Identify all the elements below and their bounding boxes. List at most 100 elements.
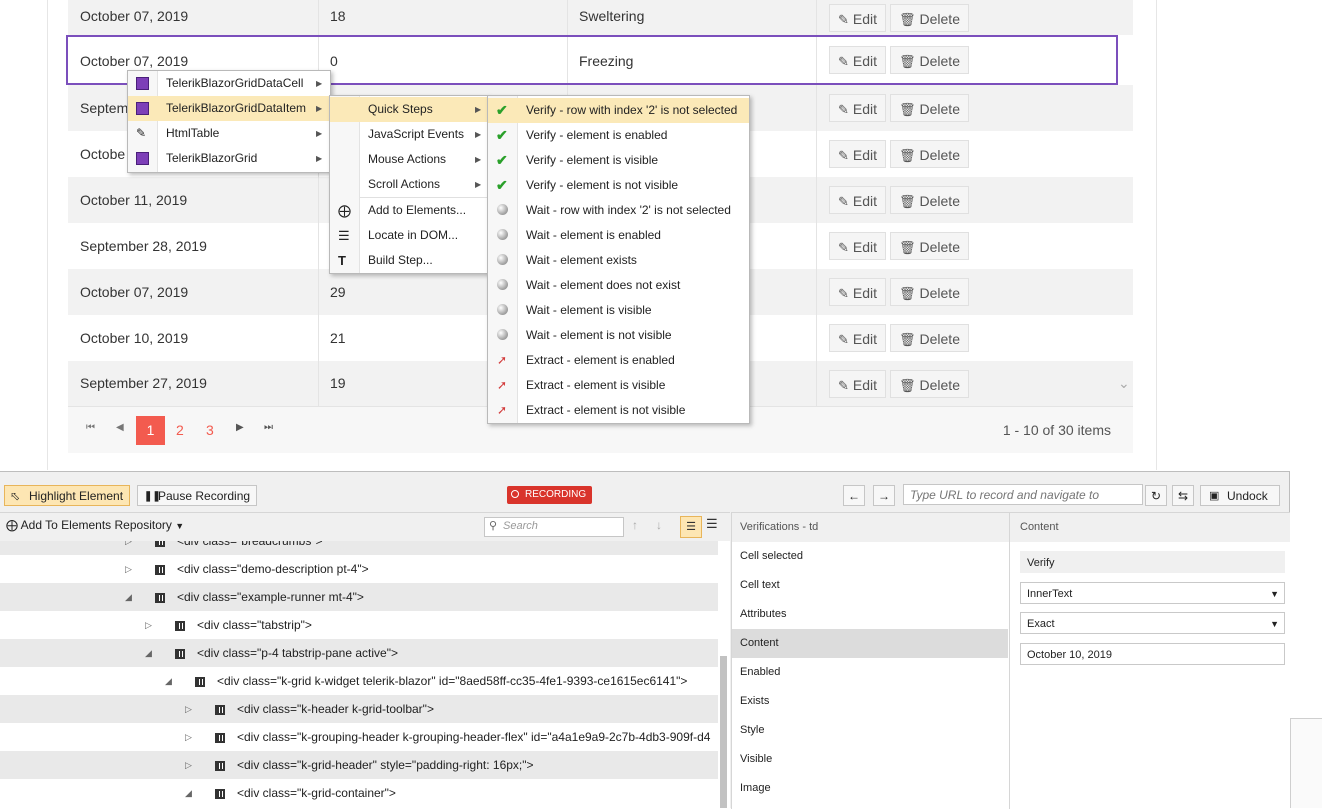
verification-item[interactable]: Cell text xyxy=(732,571,1008,600)
expand-icon[interactable]: ▷ xyxy=(185,751,192,779)
expanded-icon[interactable]: ◢ xyxy=(125,583,132,611)
expand-icon[interactable]: ▷ xyxy=(185,695,192,723)
menu-item-quick-step[interactable]: Wait - element does not exist xyxy=(488,273,749,298)
menu-item-quick-step[interactable]: ✔ Verify - element is enabled xyxy=(488,123,749,148)
tree-node[interactable]: ▷ <div class="k-grid-header" style="paddi… xyxy=(0,751,718,779)
expand-icon[interactable]: ▷ xyxy=(125,541,132,555)
highlight-element-button[interactable]: ⬁ Highlight Element xyxy=(4,485,131,506)
tree-node[interactable]: ▷ <div class="tabstrip"> xyxy=(0,611,718,639)
tree-node[interactable]: ◢ <div class="example-runner mt-4"> xyxy=(0,583,718,611)
tree-node[interactable]: ◢ <div class="k-grid k-widget telerik-bla… xyxy=(0,667,718,695)
expanded-icon[interactable]: ◢ xyxy=(165,667,172,695)
verification-item[interactable]: Enabled xyxy=(732,658,1008,687)
refresh-button[interactable]: ↻ xyxy=(1145,485,1167,506)
next-page-icon[interactable]: ▶ xyxy=(236,422,244,433)
edit-button[interactable]: ✎ Edit xyxy=(829,369,887,398)
menu-item-quick-step[interactable]: Wait - element is enabled xyxy=(488,223,749,248)
menu-item-locate-in-dom[interactable]: ☰ Locate in DOM... xyxy=(330,223,488,248)
menu-item-quick-step[interactable]: Wait - element is not visible xyxy=(488,323,749,348)
menu-item-quick-step[interactable]: Wait - row with index '2' is not selecte… xyxy=(488,198,749,223)
pause-recording-button[interactable]: ❚❚ Pause Recording xyxy=(137,485,258,506)
edit-button[interactable]: ✎ Edit xyxy=(829,140,887,168)
tree-node[interactable]: ▷ <div class="k-grouping-header k-groupin… xyxy=(0,723,718,751)
table-row[interactable]: October 07, 2019 18 Sweltering xyxy=(68,0,1133,35)
page-1-button[interactable]: 1 xyxy=(136,416,165,445)
add-to-repository-button[interactable]: ⨁ Add To Elements Repository ▼ xyxy=(6,518,184,532)
first-page-icon[interactable]: ⏮ xyxy=(86,422,95,433)
element-icon xyxy=(215,751,225,779)
trash-icon: 🗑 xyxy=(899,240,916,255)
menu-item-quick-step[interactable]: ➚ Extract - element is enabled xyxy=(488,348,749,373)
delete-button[interactable]: 🗑 Delete xyxy=(890,324,969,352)
scroll-down-icon[interactable]: ⌄ xyxy=(1118,375,1130,392)
sync-button[interactable]: ⇆ xyxy=(1172,485,1194,506)
expanded-icon[interactable]: ◢ xyxy=(185,779,192,807)
menu-item-quick-step[interactable]: ✔ Verify - element is visible xyxy=(488,148,749,173)
delete-button[interactable]: 🗑 Delete xyxy=(890,369,969,398)
menu-item-telerik-grid[interactable]: TelerikBlazorGrid ▶ xyxy=(128,146,330,171)
verification-item[interactable]: Cell selected xyxy=(732,542,1008,571)
last-page-icon[interactable]: ⏭ xyxy=(264,422,273,433)
edit-button[interactable]: ✎ Edit xyxy=(829,94,887,122)
tree-view-icon[interactable]: ☰ xyxy=(680,516,702,538)
delete-button[interactable]: 🗑 Delete xyxy=(890,186,969,214)
edit-button[interactable]: ✎ Edit xyxy=(829,278,887,306)
edit-button[interactable]: ✎ Edit xyxy=(829,232,887,260)
delete-button[interactable]: 🗑 Delete xyxy=(890,140,969,168)
verification-item[interactable]: Visible xyxy=(732,745,1008,774)
menu-item-mouse-actions[interactable]: Mouse Actions ▶ xyxy=(330,147,488,172)
menu-item-quick-step[interactable]: Wait - element is visible xyxy=(488,298,749,323)
menu-item-scroll-actions[interactable]: Scroll Actions ▶ xyxy=(330,172,488,197)
tree-node[interactable]: ▷ <div class="k-header k-grid-toolbar"> xyxy=(0,695,718,723)
hierarchy-icon[interactable]: ☰ xyxy=(706,516,718,532)
expand-icon[interactable]: ▷ xyxy=(125,555,132,583)
compare-select[interactable]: Exact ▼ xyxy=(1020,612,1285,634)
arrow-up-icon[interactable]: ↑ xyxy=(632,518,638,532)
tree-scrollbar[interactable] xyxy=(720,656,727,808)
expanded-icon[interactable]: ◢ xyxy=(145,639,152,667)
verification-item[interactable]: Image xyxy=(732,774,1008,803)
menu-item-quick-step[interactable]: ✔ Verify - element is not visible xyxy=(488,173,749,198)
menu-item-telerik-grid-data-cell[interactable]: TelerikBlazorGridDataCell ▶ xyxy=(128,71,330,96)
tree-node[interactable]: ◢ <div class="k-grid-container"> xyxy=(0,779,718,807)
menu-item-telerik-grid-data-item[interactable]: TelerikBlazorGridDataItem ▶ xyxy=(128,96,330,121)
page-3-button[interactable]: 3 xyxy=(206,422,214,438)
url-input[interactable] xyxy=(903,484,1143,505)
delete-button[interactable]: 🗑 Delete xyxy=(890,232,969,260)
trash-icon: 🗑 xyxy=(899,148,916,163)
verification-item[interactable]: Exists xyxy=(732,687,1008,716)
delete-button[interactable]: 🗑 Delete xyxy=(890,94,969,122)
undock-button[interactable]: ▣ Undock xyxy=(1200,485,1280,506)
menu-item-quick-step[interactable]: ➚ Extract - element is not visible xyxy=(488,398,749,423)
edit-button[interactable]: ✎ Edit xyxy=(829,186,887,214)
verification-item[interactable]: Attributes xyxy=(732,600,1008,629)
delete-button[interactable]: 🗑 Delete xyxy=(890,3,969,32)
property-select[interactable]: InnerText ▼ xyxy=(1020,582,1285,604)
verification-item[interactable]: Style xyxy=(732,716,1008,745)
edit-button[interactable]: ✎ Edit xyxy=(829,324,887,352)
menu-item-quick-step[interactable]: ➚ Extract - element is visible xyxy=(488,373,749,398)
tree-node[interactable]: ▷ <div class="breadcrumbs"> xyxy=(0,541,718,555)
menu-item-build-step[interactable]: T Build Step... xyxy=(330,248,488,273)
forward-button[interactable]: → xyxy=(873,485,895,506)
page-2-button[interactable]: 2 xyxy=(176,422,184,438)
delete-button[interactable]: 🗑 Delete xyxy=(890,278,969,306)
tree-node[interactable]: ◢ <div class="p-4 tabstrip-pane active"> xyxy=(0,639,718,667)
prev-page-icon[interactable]: ◀ xyxy=(116,422,124,433)
menu-item-quick-steps[interactable]: Quick Steps ▶ xyxy=(330,97,488,122)
menu-item-html-table[interactable]: ✎ HtmlTable ▶ xyxy=(128,121,330,146)
verification-item[interactable]: Content xyxy=(732,629,1008,658)
menu-item-quick-step[interactable]: Wait - element exists xyxy=(488,248,749,273)
expand-icon[interactable]: ▷ xyxy=(185,723,192,751)
chevron-down-icon: ▼ xyxy=(1270,589,1279,599)
back-button[interactable]: ← xyxy=(843,485,865,506)
arrow-down-icon[interactable]: ↓ xyxy=(656,518,662,532)
edit-button[interactable]: ✎ Edit xyxy=(829,3,887,32)
search-input[interactable]: ⚲ Search xyxy=(484,517,624,537)
menu-item-javascript-events[interactable]: JavaScript Events ▶ xyxy=(330,122,488,147)
menu-item-add-to-elements[interactable]: ⨁ Add to Elements... xyxy=(330,198,488,223)
value-input[interactable]: October 10, 2019 xyxy=(1020,643,1285,665)
menu-item-quick-step[interactable]: ✔ Verify - row with index '2' is not sele… xyxy=(488,98,749,123)
tree-node[interactable]: ▷ <div class="demo-description pt-4"> xyxy=(0,555,718,583)
expand-icon[interactable]: ▷ xyxy=(145,611,152,639)
